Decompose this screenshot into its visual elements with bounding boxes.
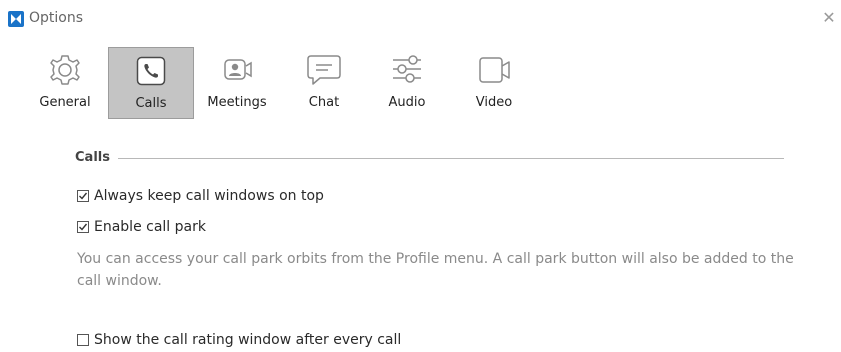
- close-button[interactable]: ✕: [820, 8, 838, 28]
- app-logo-icon: [8, 11, 24, 27]
- window-title: Options: [29, 10, 84, 26]
- checkmark-icon: [79, 223, 88, 231]
- call-park-description: You can access your call park orbits fro…: [77, 251, 794, 289]
- camera-icon: [464, 51, 524, 89]
- gear-icon: [38, 51, 92, 89]
- tab-video[interactable]: Video: [464, 47, 524, 119]
- rating-window-option[interactable]: Show the call rating window after every …: [77, 332, 401, 348]
- tab-label: Video: [475, 95, 513, 110]
- tab-label: Meetings: [207, 95, 267, 110]
- tab-chat[interactable]: Chat: [294, 47, 354, 119]
- sliders-icon: [372, 51, 442, 89]
- video-camera-person-icon: [204, 51, 270, 89]
- call-park-checkbox[interactable]: [77, 221, 89, 233]
- tab-audio[interactable]: Audio: [372, 47, 442, 119]
- tab-label: General: [39, 95, 91, 110]
- title-bar: Options ✕: [0, 0, 841, 40]
- keep-on-top-label: Always keep call windows on top: [94, 188, 324, 204]
- rating-window-checkbox[interactable]: [77, 334, 89, 346]
- close-icon: ✕: [822, 8, 836, 27]
- tab-label: Audio: [388, 95, 426, 110]
- tab-label: Calls: [135, 96, 167, 111]
- section-divider: [118, 158, 784, 159]
- rating-window-label: Show the call rating window after every …: [94, 332, 402, 348]
- keep-on-top-checkbox[interactable]: [77, 190, 89, 202]
- tab-meetings[interactable]: Meetings: [204, 47, 270, 119]
- tab-calls[interactable]: Calls: [108, 47, 194, 119]
- tab-general[interactable]: General: [38, 47, 92, 119]
- keep-on-top-option[interactable]: Always keep call windows on top: [77, 188, 324, 204]
- section-title: Calls: [75, 150, 110, 165]
- call-park-option[interactable]: Enable call park: [77, 219, 206, 235]
- tab-label: Chat: [308, 95, 340, 110]
- checkmark-icon: [79, 192, 88, 200]
- call-park-label: Enable call park: [94, 219, 206, 235]
- chat-bubble-icon: [294, 51, 354, 89]
- phone-icon: [109, 52, 193, 90]
